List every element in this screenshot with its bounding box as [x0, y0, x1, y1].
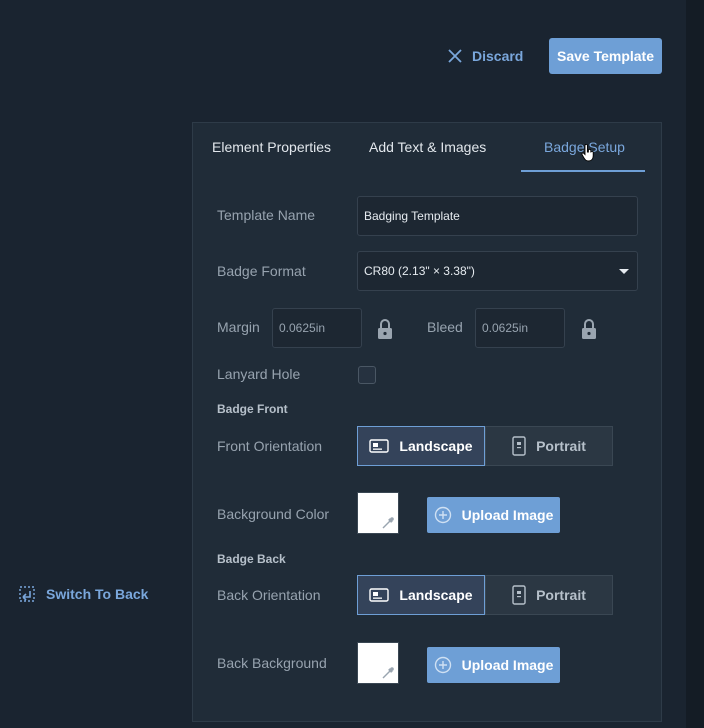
margin-label: Margin — [217, 319, 260, 335]
bleed-input[interactable] — [475, 308, 565, 348]
template-name-input[interactable] — [357, 196, 638, 236]
tab-element-properties[interactable]: Element Properties — [212, 139, 331, 155]
bleed-label: Bleed — [427, 319, 463, 335]
landscape-card-icon — [369, 439, 390, 453]
switch-to-back-label: Switch To Back — [46, 586, 149, 602]
front-background-color-swatch[interactable] — [357, 492, 399, 534]
template-name-label: Template Name — [217, 207, 316, 223]
back-background-color-swatch[interactable] — [357, 642, 399, 684]
back-background-label: Back Background — [217, 655, 327, 671]
eyedropper-icon — [382, 667, 394, 679]
badge-format-label: Badge Format — [217, 263, 306, 279]
front-upload-image-label: Upload Image — [461, 507, 554, 523]
switch-side-icon — [19, 586, 35, 602]
eyedropper-icon — [382, 517, 394, 529]
switch-to-back-button[interactable]: Switch To Back — [18, 584, 148, 604]
lanyard-hole-checkbox[interactable] — [358, 366, 376, 384]
badge-format-value: CR80 (2.13" × 3.38") — [364, 264, 475, 278]
close-icon — [448, 49, 462, 63]
back-upload-image-button[interactable]: Upload Image — [427, 647, 560, 683]
front-portrait-option[interactable]: Portrait — [485, 426, 613, 466]
back-upload-image-label: Upload Image — [461, 657, 554, 673]
front-landscape-option[interactable]: Landscape — [357, 426, 485, 466]
lock-icon[interactable] — [376, 318, 394, 340]
save-template-button[interactable]: Save Template — [549, 38, 662, 74]
plus-circle-icon — [434, 656, 451, 674]
back-landscape-option[interactable]: Landscape — [357, 575, 485, 615]
chevron-down-icon — [619, 269, 629, 274]
pointer-cursor-icon — [581, 144, 594, 162]
back-orientation-label: Back Orientation — [217, 587, 321, 603]
tab-add-text-images[interactable]: Add Text & Images — [369, 139, 486, 155]
front-landscape-label: Landscape — [399, 438, 473, 454]
portrait-card-icon — [512, 436, 526, 456]
plus-circle-icon — [434, 506, 451, 524]
margin-input[interactable] — [272, 308, 362, 348]
background-color-label: Background Color — [217, 506, 330, 522]
active-tab-indicator — [521, 170, 645, 172]
badge-front-heading: Badge Front — [217, 402, 288, 416]
badge-back-heading: Badge Back — [217, 552, 286, 566]
badge-format-select[interactable]: CR80 (2.13" × 3.38") — [357, 251, 638, 291]
back-portrait-option[interactable]: Portrait — [485, 575, 613, 615]
back-portrait-label: Portrait — [536, 587, 586, 603]
lock-icon[interactable] — [580, 318, 598, 340]
front-portrait-label: Portrait — [536, 438, 586, 454]
back-landscape-label: Landscape — [399, 587, 473, 603]
badge-setup-panel: Element Properties Add Text & Images Bad… — [192, 122, 662, 722]
lanyard-hole-label: Lanyard Hole — [217, 366, 301, 382]
front-upload-image-button[interactable]: Upload Image — [427, 497, 560, 533]
right-edge-strip — [686, 0, 704, 728]
landscape-card-icon — [369, 588, 390, 602]
discard-label: Discard — [472, 48, 524, 64]
discard-button[interactable]: Discard — [448, 46, 523, 66]
portrait-card-icon — [512, 585, 526, 605]
front-orientation-label: Front Orientation — [217, 438, 323, 454]
